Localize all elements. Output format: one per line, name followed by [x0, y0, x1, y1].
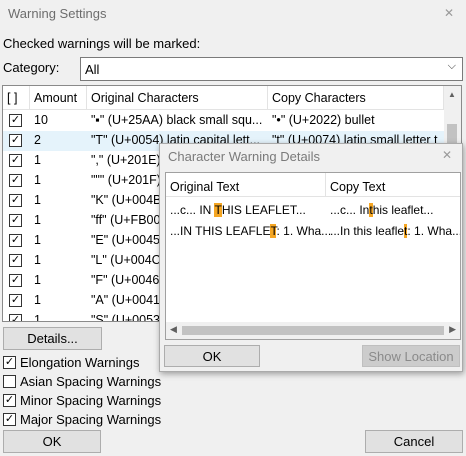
copy-characters-cell: "•" (U+2022) bullet — [272, 113, 375, 127]
scroll-left-icon[interactable]: ◀ — [170, 324, 177, 335]
copy-text-cell: ...In this leaflet: 1. Wha... — [330, 224, 460, 238]
copy-text-cell: ...c... Inthis leaflet... — [330, 203, 460, 217]
option-label: Minor Spacing Warnings — [20, 393, 162, 408]
copy-text-suffix: : 1. Wha... — [407, 224, 460, 238]
dialog-close-icon[interactable]: ✕ — [442, 148, 452, 162]
amount-cell: 1 — [34, 293, 41, 307]
amount-cell: 1 — [34, 313, 41, 322]
category-select[interactable]: All ⌵ — [80, 57, 463, 81]
amount-cell: 1 — [34, 253, 41, 267]
copy-text-prefix: ...In this leafle — [330, 224, 405, 238]
details-row[interactable]: ...c... IN THIS LEAFLET... ...c... Inthis… — [166, 201, 460, 221]
details-table: Original Text Copy Text ...c... IN THIS … — [165, 172, 461, 340]
amount-cell: 1 — [34, 173, 41, 187]
row-checkbox[interactable]: ✓ — [9, 194, 22, 207]
column-header-original-text[interactable]: Original Text — [166, 173, 326, 197]
row-checkbox[interactable]: ✓ — [9, 134, 22, 147]
row-checkbox[interactable]: ✓ — [9, 154, 22, 167]
category-label: Category: — [3, 60, 60, 75]
option-label: Major Spacing Warnings — [20, 412, 162, 427]
amount-cell: 1 — [34, 273, 41, 287]
ok-button[interactable]: OK — [3, 430, 101, 453]
horizontal-scrollbar-thumb[interactable] — [182, 326, 444, 335]
row-checkbox[interactable]: ✓ — [9, 234, 22, 247]
row-checkbox[interactable]: ✓ — [9, 294, 22, 307]
option-label: Asian Spacing Warnings — [20, 374, 162, 389]
original-characters-cell: "▪" (U+25AA) black small squ... — [91, 113, 263, 127]
amount-cell: 10 — [34, 113, 48, 127]
copy-text-prefix: ...c... In — [330, 203, 370, 217]
close-icon[interactable]: ✕ — [440, 6, 458, 22]
window-title: Warning Settings — [8, 6, 107, 21]
dialog-ok-button[interactable]: OK — [164, 345, 260, 367]
original-text-suffix: : 1. Wha... — [276, 224, 332, 238]
table-row[interactable]: ✓ 10 "▪" (U+25AA) black small squ... "•" (U… — [3, 111, 461, 131]
row-checkbox[interactable]: ✓ — [9, 174, 22, 187]
dialog-title: Character Warning Details — [168, 149, 320, 164]
original-text-prefix: ...c... IN — [170, 203, 215, 217]
details-row[interactable]: ...IN THIS LEAFLET: 1. Wha... ...In this … — [166, 222, 460, 242]
details-button[interactable]: Details... — [3, 327, 102, 350]
row-checkbox[interactable]: ✓ — [9, 254, 22, 267]
column-header-copy-text[interactable]: Copy Text — [326, 173, 460, 197]
original-text-prefix: ...IN THIS LEAFLE — [170, 224, 271, 238]
original-text-cell: ...c... IN THIS LEAFLET... — [170, 203, 306, 217]
row-checkbox[interactable]: ✓ — [9, 314, 22, 321]
row-checkbox[interactable]: ✓ — [9, 114, 22, 127]
row-checkbox[interactable]: ✓ — [9, 214, 22, 227]
scroll-up-icon[interactable]: ▲ — [448, 90, 456, 99]
scroll-right-icon[interactable]: ▶ — [449, 324, 456, 335]
option-checkbox[interactable]: ✓ — [3, 394, 16, 407]
table-header: [ ] Amount Original Characters Copy Char… — [3, 86, 461, 110]
row-checkbox[interactable]: ✓ — [9, 274, 22, 287]
option-checkbox[interactable]: ✓ — [3, 356, 16, 369]
character-warning-details-dialog: Character Warning Details ✕ Original Tex… — [159, 143, 463, 372]
category-value: All — [85, 62, 100, 77]
original-text-suffix: HIS LEAFLET... — [221, 203, 306, 217]
amount-cell: 1 — [34, 233, 41, 247]
amount-cell: 1 — [34, 193, 41, 207]
column-header-amount[interactable]: Amount — [30, 86, 87, 110]
original-highlight: T — [214, 203, 222, 217]
column-header-check[interactable]: [ ] — [3, 86, 30, 110]
copy-text-suffix: his leaflet... — [372, 203, 434, 217]
details-horizontal-scrollbar[interactable]: ◀ ▶ — [166, 322, 460, 339]
cancel-button[interactable]: Cancel — [365, 430, 463, 453]
option-checkbox[interactable] — [3, 375, 16, 388]
option-checkbox[interactable]: ✓ — [3, 413, 16, 426]
amount-cell: 1 — [34, 213, 41, 227]
show-location-button[interactable]: Show Location — [362, 345, 460, 367]
column-header-original[interactable]: Original Characters — [87, 86, 268, 110]
chevron-down-icon: ⌵ — [447, 60, 456, 72]
checked-warnings-label: Checked warnings will be marked: — [3, 36, 201, 51]
amount-cell: 2 — [34, 133, 41, 147]
column-header-copy[interactable]: Copy Characters — [268, 86, 444, 110]
option-label: Elongation Warnings — [20, 355, 140, 370]
original-text-cell: ...IN THIS LEAFLET: 1. Wha... — [170, 224, 331, 238]
amount-cell: 1 — [34, 153, 41, 167]
